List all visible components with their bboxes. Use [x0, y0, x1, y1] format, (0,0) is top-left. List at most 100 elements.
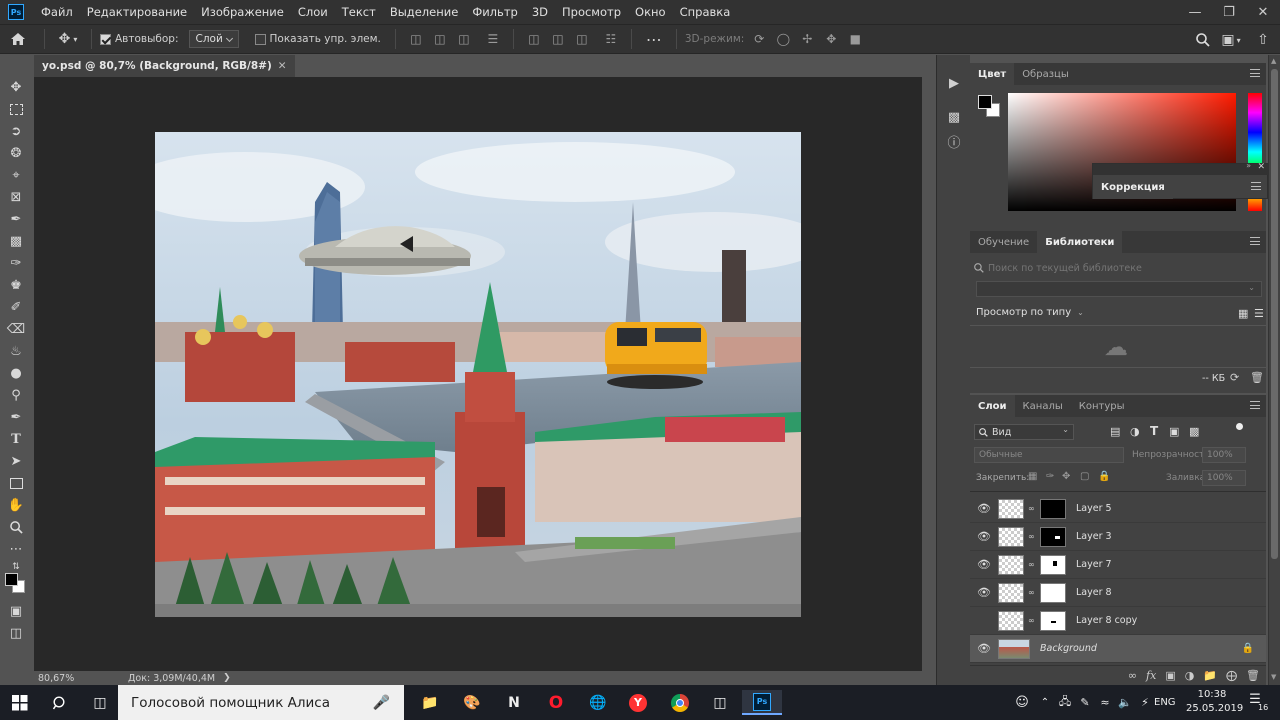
zoom-level[interactable]: 80,67% [38, 673, 76, 684]
restore-icon[interactable]: ❐ [1212, 0, 1246, 24]
scrollbar-thumb[interactable] [1271, 69, 1278, 559]
windows-start-icon[interactable] [0, 690, 40, 715]
link-icon[interactable]: ∞ [1028, 532, 1036, 541]
3d-roll-icon[interactable]: ◯ [776, 32, 790, 46]
visibility-toggle-empty[interactable]: □ [970, 614, 998, 627]
file-explorer-icon[interactable]: 📁 [410, 690, 450, 715]
people-icon[interactable]: ☺ [1010, 690, 1034, 715]
quick-mask-icon[interactable]: ▣ [6, 601, 26, 621]
color-panel-menu-icon[interactable] [1250, 69, 1260, 77]
visibility-eye-icon[interactable]: 👁 [970, 502, 998, 515]
close-tab-icon[interactable]: ✕ [278, 60, 287, 72]
home-icon[interactable] [0, 28, 36, 50]
filter-toggle-icon[interactable] [1236, 423, 1243, 430]
lock-all-icon[interactable]: 🔒 [1098, 471, 1110, 482]
filter-adjustment-icon[interactable]: ◑ [1130, 425, 1140, 438]
opacity-input[interactable]: 100% [1202, 447, 1246, 463]
properties-panel-icon[interactable]: ▩ [944, 107, 964, 127]
visibility-eye-icon[interactable]: 👁 [970, 642, 998, 655]
quick-select-tool-icon[interactable]: ❂ [6, 143, 26, 163]
tab-swatches[interactable]: Образцы [1014, 63, 1077, 85]
dodge-tool-icon[interactable]: ⚲ [6, 385, 26, 405]
path-selection-icon[interactable]: ➤ [6, 451, 26, 471]
scroll-up-icon[interactable]: ▲ [1271, 57, 1276, 65]
move-tool-icon[interactable]: ✥ [6, 77, 26, 97]
library-select[interactable]: ⌄ [976, 281, 1262, 297]
layer-lock-icon[interactable]: 🔒 [1242, 643, 1254, 654]
3d-pan-icon[interactable]: ✢ [800, 32, 814, 46]
menu-edit[interactable]: Редактирование [80, 0, 194, 24]
layer-mask-thumbnail[interactable] [1040, 554, 1066, 575]
autoselect-dropdown[interactable]: Слой [188, 30, 239, 48]
3d-orbit-icon[interactable]: ⟳ [752, 32, 766, 46]
align-right-icon[interactable]: ◫ [457, 32, 471, 46]
library-trash-icon[interactable]: 🗑 [1250, 371, 1264, 384]
tab-layers[interactable]: Слои [970, 395, 1015, 417]
visibility-eye-icon[interactable]: 👁 [970, 530, 998, 543]
link-layers-icon[interactable]: ∞ [1128, 669, 1137, 682]
distribute-v-icon[interactable]: ☷ [604, 32, 618, 46]
add-mask-icon[interactable]: ▣ [1165, 669, 1175, 682]
align-center-h-icon[interactable]: ◫ [433, 32, 447, 46]
screen-mode-icon[interactable]: ◫ [6, 623, 26, 643]
list-view-icon[interactable]: ☰ [1254, 307, 1264, 320]
layer-mask-thumbnail[interactable] [1040, 498, 1066, 519]
photoshop-logo-icon[interactable]: Ps [8, 4, 24, 20]
canvas-area[interactable] [34, 77, 922, 671]
link-icon[interactable]: ∞ [1028, 560, 1036, 569]
blur-tool-icon[interactable]: ● [6, 363, 26, 383]
tab-libraries[interactable]: Библиотеки [1037, 231, 1123, 253]
opera-browser-icon[interactable]: O [536, 690, 576, 715]
task-view-icon[interactable]: ◫ [80, 690, 120, 715]
panel-foreground-swatch[interactable] [978, 95, 992, 109]
frame-tool-icon[interactable]: ⊠ [6, 187, 26, 207]
history-brush-icon[interactable]: ✐ [6, 297, 26, 317]
new-adjustment-icon[interactable]: ◑ [1185, 669, 1195, 682]
crop-tool-icon[interactable]: ⌖ [6, 165, 26, 185]
link-icon[interactable]: ∞ [1028, 504, 1036, 513]
filter-type-icon[interactable]: T [1150, 424, 1158, 438]
clone-stamp-icon[interactable]: ♚ [6, 275, 26, 295]
layer-row[interactable]: □ ∞ Layer 8 copy [970, 607, 1266, 635]
document-tab[interactable]: yo.psd @ 80,7% (Background, RGB/8#) ✕ [34, 55, 295, 77]
menu-image[interactable]: Изображение [194, 0, 291, 24]
panels-scrollbar[interactable]: ▲ ▼ [1268, 55, 1280, 685]
layer-row[interactable]: 👁 ∞ Layer 8 [970, 579, 1266, 607]
move-tool-preset-icon[interactable]: ✥ ▾ [53, 28, 83, 50]
menu-help[interactable]: Справка [673, 0, 738, 24]
workspace-icon[interactable]: ▣ ▾ [1218, 29, 1244, 51]
filter-shape-icon[interactable]: ▣ [1169, 425, 1179, 438]
library-search-input[interactable] [988, 262, 1248, 274]
menu-file[interactable]: Файл [34, 0, 80, 24]
correction-panel-header[interactable]: » ✕ [1093, 161, 1269, 175]
menu-layers[interactable]: Слои [291, 0, 335, 24]
pen-tool-icon[interactable]: ✒ [6, 407, 26, 427]
yandex-browser-icon[interactable]: Y [618, 690, 658, 715]
align-top-icon[interactable]: ◫ [527, 32, 541, 46]
tablet-app-icon[interactable]: ◫ [700, 690, 740, 715]
correction-menu-icon[interactable] [1251, 182, 1261, 190]
library-search[interactable] [974, 259, 1264, 277]
document-canvas[interactable] [155, 132, 801, 617]
info-panel-icon[interactable]: ⓘ [944, 131, 964, 151]
globe-app-icon[interactable]: 🌐 [578, 690, 618, 715]
rectangle-tool-icon[interactable] [6, 473, 26, 493]
minimize-icon[interactable]: — [1178, 0, 1212, 24]
menu-3d[interactable]: 3D [525, 0, 555, 24]
view-by-type[interactable]: Просмотр по типу ⌄ [976, 307, 1084, 318]
lock-transparency-icon[interactable]: ▦ [1028, 471, 1037, 482]
tab-color[interactable]: Цвет [970, 63, 1015, 85]
menu-view[interactable]: Просмотр [555, 0, 628, 24]
layers-menu-icon[interactable] [1250, 401, 1260, 409]
language-indicator[interactable]: ENG [1154, 685, 1176, 720]
edit-toolbar-icon[interactable]: ⋯ [6, 539, 26, 559]
foreground-color-swatch[interactable] [5, 573, 18, 586]
collapse-icon[interactable]: » [1246, 161, 1251, 170]
hand-tool-icon[interactable]: ✋ [6, 495, 26, 515]
more-options-icon[interactable]: ⋯ [640, 28, 668, 50]
microphone-icon[interactable]: 🎤 [373, 695, 390, 711]
layer-row[interactable]: 👁 ∞ Layer 7 [970, 551, 1266, 579]
search-icon[interactable] [1194, 29, 1212, 51]
status-arrow-icon[interactable]: ❯ [223, 673, 231, 683]
layer-row-selected[interactable]: 👁 Background 🔒 [970, 635, 1266, 663]
